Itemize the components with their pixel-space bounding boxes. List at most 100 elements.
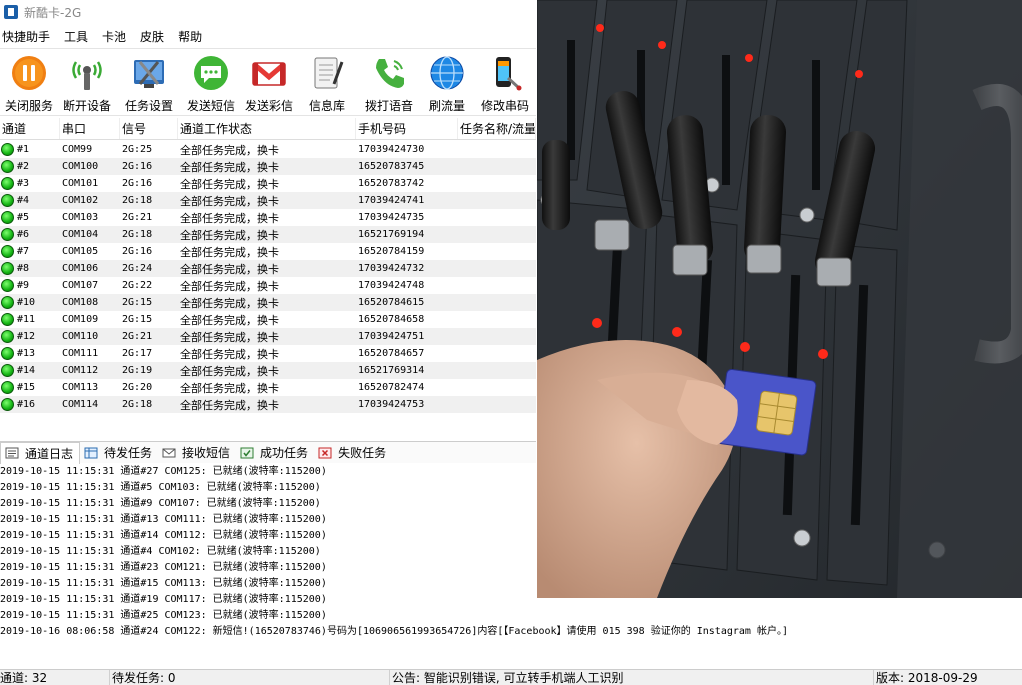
channel-cell: #15 (17, 382, 36, 393)
data-traffic-button[interactable]: 刷流量 (418, 49, 476, 115)
table-row[interactable]: #8 COM106 2G:24 全部任务完成，换卡 17039424732 (0, 260, 536, 277)
task-settings-button[interactable]: 任务设置 (120, 49, 178, 115)
port-cell: COM99 (62, 144, 93, 155)
tab-failed-tasks[interactable]: 失败任务 (314, 442, 392, 464)
online-status-icon (1, 211, 14, 224)
app-logo-icon (4, 5, 18, 19)
disconnect-device-button[interactable]: 断开设备 (58, 49, 116, 115)
status-cell: 全部任务完成，换卡 (180, 347, 279, 361)
column-header-channel[interactable]: 通道 (0, 118, 60, 139)
status-cell: 全部任务完成，换卡 (180, 364, 279, 378)
phone-cell: 17039424751 (358, 331, 425, 342)
phone-cell: 16520783745 (358, 161, 425, 172)
table-row[interactable]: #16 COM114 2G:18 全部任务完成，换卡 17039424753 (0, 396, 536, 413)
status-cell: 全部任务完成，换卡 (180, 160, 279, 174)
power-icon (9, 53, 49, 93)
tab-channel-log[interactable]: 通道日志 (0, 441, 81, 464)
signal-cell: 2G:18 (122, 399, 153, 410)
table-row[interactable]: #3 COM101 2G:16 全部任务完成，换卡 16520783742 (0, 175, 536, 192)
online-status-icon (1, 279, 14, 292)
sms-icon (191, 53, 231, 93)
send-sms-button[interactable]: 发送短信 (182, 49, 240, 115)
tool-label: 拨打语音 (364, 99, 413, 113)
online-status-icon (1, 398, 14, 411)
signal-cell: 2G:22 (122, 280, 153, 291)
menu-help[interactable]: 帮助 (178, 28, 202, 45)
phone-cell: 16521769314 (358, 365, 425, 376)
status-cell: 全部任务完成，换卡 (180, 228, 279, 242)
table-row[interactable]: #15 COM113 2G:20 全部任务完成，换卡 16520782474 (0, 379, 536, 396)
status-bar: 通道: 32 待发任务: 0 公告: 智能识别错误, 可立转手机端人工识别 版本… (0, 669, 1022, 685)
signal-cell: 2G:21 (122, 212, 153, 223)
menu-bar: 快捷助手 工具 卡池 皮肤 帮助 (0, 26, 536, 46)
globe-icon (427, 53, 467, 93)
tab-pending-tasks[interactable]: 待发任务 (80, 442, 158, 464)
table-row[interactable]: #13 COM111 2G:17 全部任务完成，换卡 16520784657 (0, 345, 536, 362)
signal-cell: 2G:16 (122, 246, 153, 257)
port-cell: COM108 (62, 297, 99, 308)
signal-cell: 2G:18 (122, 229, 153, 240)
phone-cell: 16520784159 (358, 246, 425, 257)
signal-cell: 2G:25 (122, 144, 153, 155)
column-header-phone[interactable]: 手机号码 (356, 118, 458, 139)
table-row[interactable]: #1 COM99 2G:25 全部任务完成，换卡 17039424730 (0, 141, 536, 158)
tab-success-tasks[interactable]: 成功任务 (236, 442, 314, 464)
tool-label: 刷流量 (428, 99, 465, 113)
channel-cell: #3 (17, 178, 30, 189)
tool-label: 关闭服务 (4, 99, 53, 113)
tool-label: 任务设置 (124, 99, 173, 113)
port-cell: COM113 (62, 382, 99, 393)
status-notice: 公告: 智能识别错误, 可立转手机端人工识别 (390, 669, 874, 685)
phone-cell: 17039424748 (358, 280, 425, 291)
signal-cell: 2G:15 (122, 314, 153, 325)
table-row[interactable]: #2 COM100 2G:16 全部任务完成，换卡 16520783745 (0, 158, 536, 175)
status-cell: 全部任务完成，换卡 (180, 296, 279, 310)
table-row[interactable]: #4 COM102 2G:18 全部任务完成，换卡 17039424741 (0, 192, 536, 209)
signal-cell: 2G:19 (122, 365, 153, 376)
menu-tools[interactable]: 工具 (64, 28, 88, 45)
status-channels: 通道: 32 (0, 669, 110, 685)
tab-label: 待发任务 (104, 446, 153, 460)
online-status-icon (1, 160, 14, 173)
table-row[interactable]: #12 COM110 2G:21 全部任务完成，换卡 17039424751 (0, 328, 536, 345)
signal-cell: 2G:21 (122, 331, 153, 342)
send-mms-button[interactable]: 发送彩信 (240, 49, 298, 115)
close-service-button[interactable]: 关闭服务 (0, 49, 58, 115)
status-cell: 全部任务完成，换卡 (180, 398, 279, 412)
table-row[interactable]: #7 COM105 2G:16 全部任务完成，换卡 16520784159 (0, 243, 536, 260)
column-header-status[interactable]: 通道工作状态 (178, 118, 356, 139)
online-status-icon (1, 228, 14, 241)
mobile-icon (485, 53, 525, 93)
table-row[interactable]: #6 COM104 2G:18 全部任务完成，换卡 16521769194 (0, 226, 536, 243)
status-cell: 全部任务完成，换卡 (180, 330, 279, 344)
table-row[interactable]: #5 COM103 2G:21 全部任务完成，换卡 17039424735 (0, 209, 536, 226)
signal-cell: 2G:24 (122, 263, 153, 274)
table-row[interactable]: #9 COM107 2G:22 全部任务完成，换卡 17039424748 (0, 277, 536, 294)
phone-cell: 16520784615 (358, 297, 425, 308)
tool-label: 断开设备 (62, 99, 111, 113)
table-row[interactable]: #14 COM112 2G:19 全部任务完成，换卡 16521769314 (0, 362, 536, 379)
port-cell: COM100 (62, 161, 99, 172)
sim-pool-photo (537, 0, 1022, 598)
title-bar: 新酷卡-2G (0, 0, 536, 24)
column-header-port[interactable]: 串口 (60, 118, 120, 139)
channel-grid[interactable]: #1 COM99 2G:25 全部任务完成，换卡 17039424730 #2 COM10… (0, 141, 536, 415)
menu-skin[interactable]: 皮肤 (140, 28, 164, 45)
column-header-task-name[interactable]: 任务名称/流量 (458, 118, 536, 139)
antenna-icon (67, 53, 107, 93)
info-library-button[interactable]: 信息库 (298, 49, 356, 115)
status-cell: 全部任务完成，换卡 (180, 313, 279, 327)
modify-imei-button[interactable]: 修改串码 (476, 49, 534, 115)
online-status-icon (1, 381, 14, 394)
channel-cell: #16 (17, 399, 36, 410)
channel-cell: #1 (17, 144, 30, 155)
tab-received-sms[interactable]: 接收短信 (158, 442, 236, 464)
voice-call-button[interactable]: 拨打语音 (360, 49, 418, 115)
port-cell: COM104 (62, 229, 99, 240)
task-settings-icon (129, 53, 169, 93)
table-row[interactable]: #10 COM108 2G:15 全部任务完成，换卡 16520784615 (0, 294, 536, 311)
menu-card-pool[interactable]: 卡池 (102, 28, 126, 45)
column-header-signal[interactable]: 信号 (120, 118, 178, 139)
menu-quick-assistant[interactable]: 快捷助手 (2, 28, 50, 45)
table-row[interactable]: #11 COM109 2G:15 全部任务完成，换卡 16520784658 (0, 311, 536, 328)
